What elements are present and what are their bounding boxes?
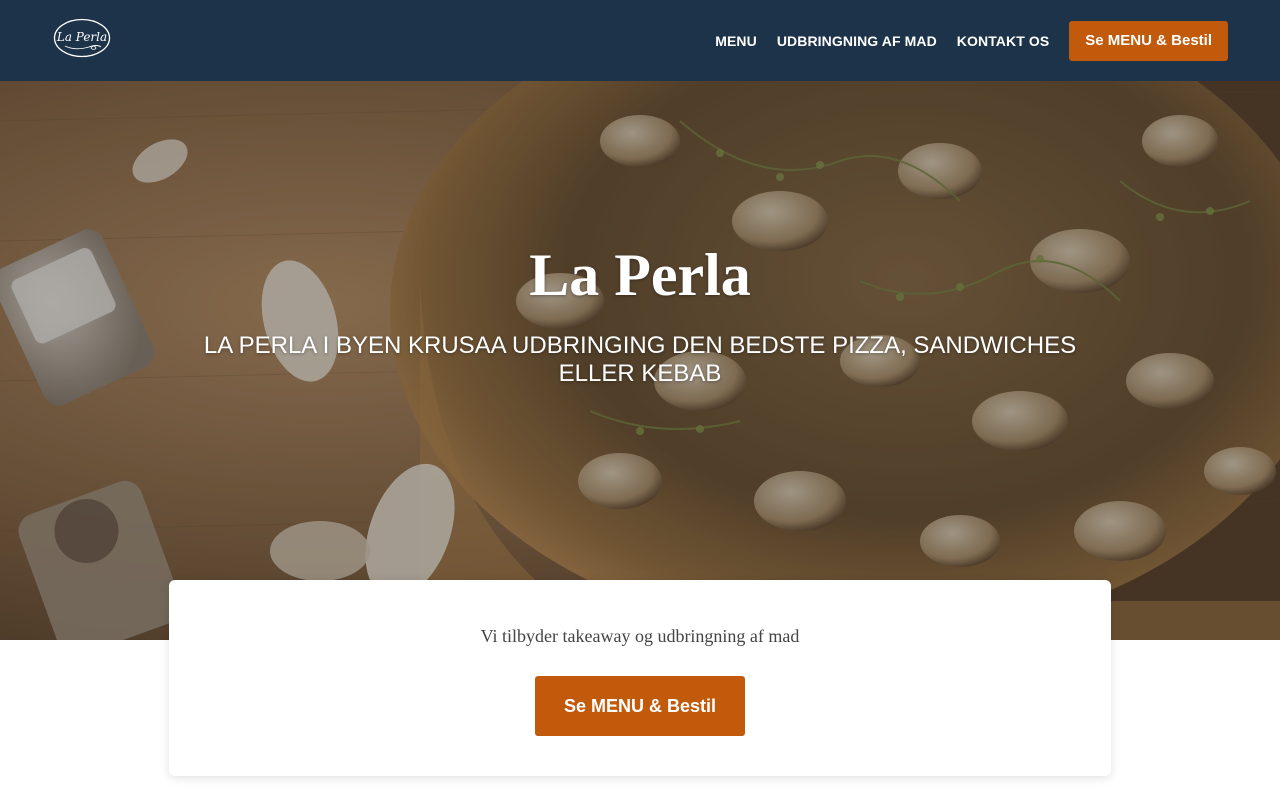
site-header: La Perla MENU UDBRINGNING AF MAD KONTAKT… <box>0 0 1280 81</box>
logo-icon: La Perla <box>53 18 111 58</box>
intro-text: Vi tilbyder takeaway og udbringning af m… <box>480 626 800 646</box>
order-menu-button[interactable]: Se MENU & Bestil <box>535 676 745 736</box>
main-nav: MENU UDBRINGNING AF MAD KONTAKT OS Se ME… <box>715 21 1228 61</box>
nav-menu-link[interactable]: MENU <box>715 33 757 49</box>
nav-contact-link[interactable]: KONTAKT OS <box>957 33 1050 49</box>
hero-title: La Perla <box>529 242 751 308</box>
logo-text: La Perla <box>56 30 107 44</box>
header-order-button[interactable]: Se MENU & Bestil <box>1069 21 1228 61</box>
nav-delivery-link[interactable]: UDBRINGNING AF MAD <box>777 33 937 49</box>
intro-card: Vi tilbyder takeaway og udbringning af m… <box>169 580 1111 776</box>
hero-subtitle: LA PERLA I BYEN KRUSAA UDBRINGING DEN BE… <box>203 332 1077 387</box>
hero-section: La Perla LA PERLA I BYEN KRUSAA UDBRINGI… <box>0 81 1280 640</box>
la-perla-logo[interactable]: La Perla <box>53 18 111 58</box>
